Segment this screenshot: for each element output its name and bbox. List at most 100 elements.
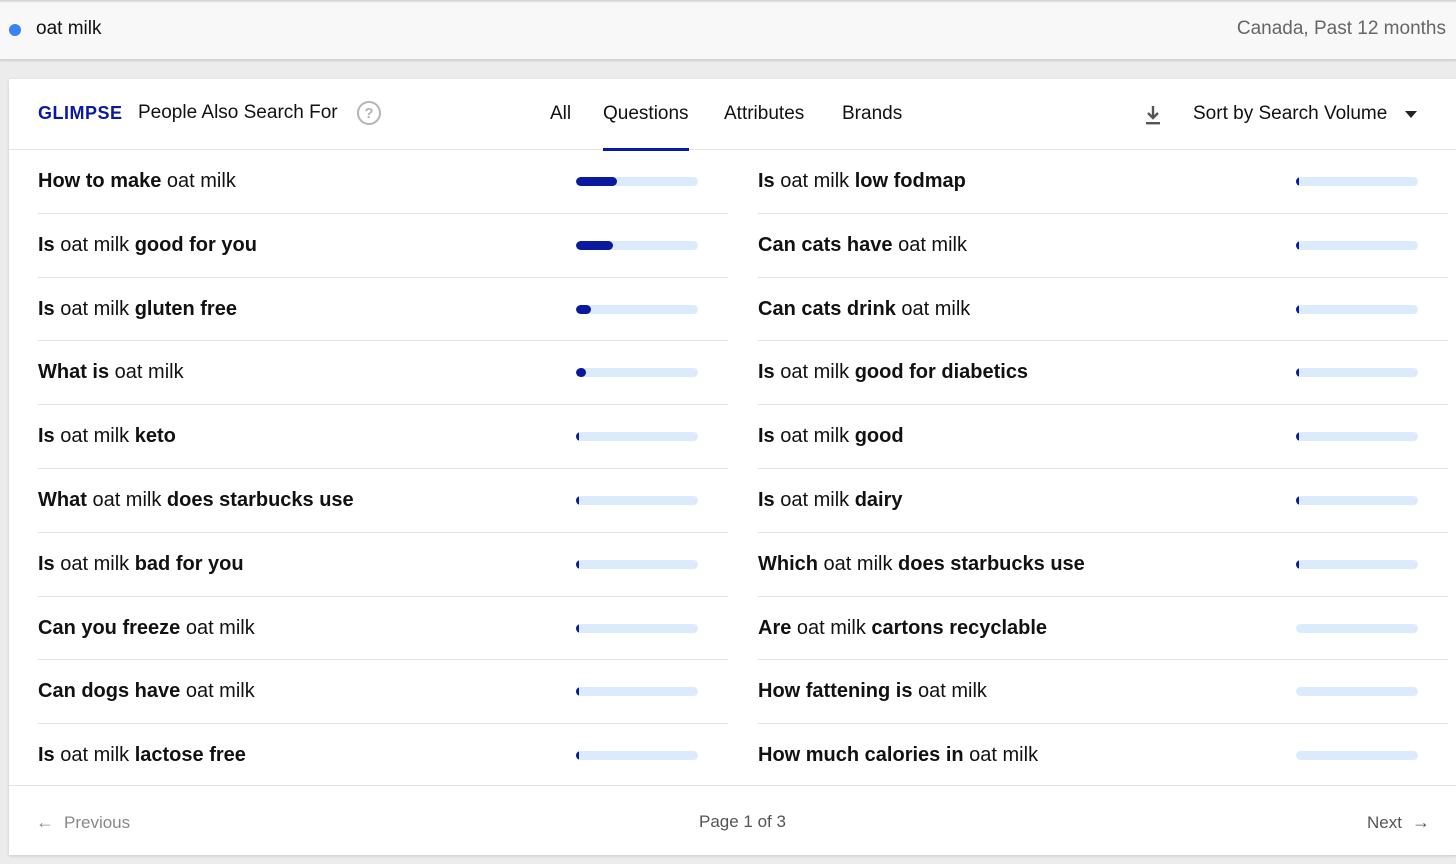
question-term: oat milk — [180, 680, 255, 703]
question-keyword: What — [38, 488, 87, 511]
tab-brands[interactable]: Brands — [842, 103, 902, 150]
question-row[interactable]: Is oat milk good for you — [38, 214, 728, 278]
question-text: What is oat milk — [38, 361, 184, 384]
arrow-right-icon: → — [1412, 812, 1430, 832]
volume-bar-fill — [576, 240, 613, 250]
volume-bar-fill — [1296, 240, 1299, 250]
question-text: Can cats have oat milk — [758, 234, 967, 257]
volume-bar — [1296, 240, 1418, 250]
question-keyword: Is — [38, 297, 55, 320]
question-row[interactable]: Is oat milk bad for you — [38, 533, 728, 597]
question-row[interactable]: How fattening is oat milk — [758, 660, 1448, 725]
tab-questions[interactable]: Questions — [603, 103, 689, 151]
volume-bar — [1296, 368, 1418, 378]
help-icon[interactable]: ? — [357, 101, 381, 125]
volume-bar-fill — [1296, 432, 1299, 442]
question-text: How fattening is oat milk — [758, 680, 987, 703]
volume-bar-fill — [576, 368, 586, 378]
search-query[interactable]: oat milk — [36, 18, 101, 40]
volume-bar — [1296, 495, 1418, 505]
volume-bar — [1296, 559, 1418, 569]
question-keyword: good — [854, 425, 904, 448]
volume-bar — [1296, 751, 1418, 761]
question-text: Can dogs have oat milk — [38, 680, 255, 703]
question-keyword: How fattening is — [758, 680, 913, 703]
question-term: oat milk — [109, 361, 184, 384]
question-text: How much calories in oat milk — [758, 744, 1038, 767]
question-keyword: Is — [38, 425, 55, 448]
question-keyword: Are — [758, 616, 792, 639]
search-bar: oat milk Canada, Past 12 months — [0, 0, 1456, 60]
question-term: oat milk — [774, 361, 855, 384]
question-keyword: low fodmap — [854, 170, 966, 192]
question-keyword: Is — [38, 233, 55, 256]
question-row[interactable]: Which oat milk does starbucks use — [758, 533, 1448, 597]
arrow-left-icon: ← — [36, 812, 54, 832]
search-scope[interactable]: Canada, Past 12 months — [1237, 18, 1446, 40]
question-keyword: bad for you — [134, 552, 244, 575]
volume-bar-fill — [1296, 368, 1299, 378]
question-row[interactable]: Can you freeze oat milk — [38, 597, 728, 661]
question-term: oat milk — [791, 616, 872, 639]
question-keyword: does starbucks use — [166, 488, 354, 511]
question-keyword: keto — [134, 425, 176, 448]
tab-attributes[interactable]: Attributes — [724, 103, 804, 150]
question-text: Is oat milk low fodmap — [758, 170, 966, 193]
question-row[interactable]: Can cats drink oat milk — [758, 278, 1448, 342]
tab-all[interactable]: All — [550, 103, 571, 150]
question-row[interactable]: Is oat milk good for diabetics — [758, 341, 1448, 406]
question-text: Which oat milk does starbucks use — [758, 553, 1085, 576]
question-term: oat milk — [892, 233, 967, 256]
previous-button[interactable]: ← Previous — [36, 812, 130, 833]
question-row[interactable]: How much calories in oat milk — [758, 724, 1448, 788]
volume-bar — [576, 559, 698, 569]
volume-bar — [576, 177, 698, 186]
volume-bar-fill — [576, 495, 579, 505]
question-row[interactable]: How to make oat milk — [38, 150, 728, 214]
question-keyword: Is — [38, 744, 55, 767]
question-row[interactable]: Is oat milk gluten free — [38, 278, 728, 342]
question-row[interactable]: Is oat milk low fodmap — [758, 150, 1448, 214]
question-keyword: good for diabetics — [854, 361, 1029, 384]
download-icon[interactable] — [1143, 103, 1163, 127]
question-keyword: dairy — [854, 488, 903, 511]
pagination: ← Previous Page 1 of 3 Next → — [9, 785, 1456, 855]
question-row[interactable]: Is oat milk good — [758, 405, 1448, 469]
question-row[interactable]: Is oat milk lactose free — [38, 724, 728, 788]
question-text: Are oat milk cartons recyclable — [758, 617, 1047, 640]
question-row[interactable]: Can dogs have oat milk — [38, 660, 728, 725]
volume-bar — [576, 368, 698, 378]
question-term: oat milk — [54, 552, 135, 575]
question-keyword: Can you freeze — [38, 616, 181, 639]
question-keyword: lactose free — [134, 744, 246, 767]
sort-dropdown[interactable]: Sort by Search Volume — [1193, 103, 1387, 125]
question-row[interactable]: Is oat milk dairy — [758, 469, 1448, 533]
volume-bar — [576, 304, 698, 314]
questions-list-left: How to make oat milk Is oat milk good for… — [38, 150, 728, 788]
question-keyword: Which — [758, 552, 818, 575]
question-keyword: Can cats have — [758, 233, 893, 256]
volume-bar-fill — [576, 304, 591, 314]
next-button[interactable]: Next → — [1367, 812, 1430, 833]
question-text: Is oat milk dairy — [758, 489, 903, 512]
volume-bar-fill — [576, 687, 579, 697]
question-row[interactable]: What oat milk does starbucks use — [38, 469, 728, 533]
question-keyword: Is — [758, 425, 775, 448]
next-label: Next — [1367, 812, 1402, 832]
volume-bar — [1296, 623, 1418, 633]
volume-bar — [576, 687, 698, 697]
question-row[interactable]: What is oat milk — [38, 341, 728, 406]
question-term: oat milk — [54, 233, 135, 256]
question-text: Is oat milk lactose free — [38, 744, 246, 767]
chevron-down-icon[interactable] — [1405, 111, 1417, 118]
volume-bar-fill — [1296, 495, 1299, 505]
page-indicator: Page 1 of 3 — [699, 812, 786, 831]
volume-bar — [1296, 432, 1418, 442]
question-term: oat milk — [54, 425, 135, 448]
question-text: Is oat milk gluten free — [38, 298, 237, 321]
question-row[interactable]: Can cats have oat milk — [758, 214, 1448, 278]
volume-bar-fill — [576, 751, 579, 761]
question-row[interactable]: Are oat milk cartons recyclable — [758, 597, 1448, 661]
volume-bar — [576, 432, 698, 442]
question-row[interactable]: Is oat milk keto — [38, 405, 728, 469]
